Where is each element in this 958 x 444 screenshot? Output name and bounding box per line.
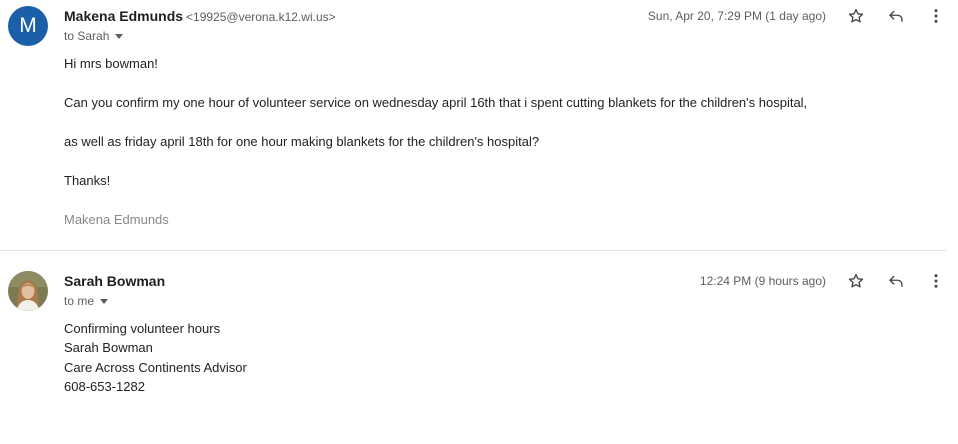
avatar[interactable]: M	[8, 6, 48, 46]
body-line: 608-653-1282	[64, 379, 145, 394]
avatar[interactable]	[8, 271, 48, 311]
more-vert-icon[interactable]	[922, 2, 950, 30]
sender-name[interactable]: Makena Edmunds	[64, 8, 183, 24]
star-icon[interactable]	[842, 267, 870, 295]
more-vert-icon[interactable]	[922, 267, 950, 295]
sender-line: Makena Edmunds <19925@verona.k12.wi.us>	[64, 8, 336, 26]
body-line: Hi mrs bowman!	[64, 56, 158, 71]
body-line: Can you confirm my one hour of volunteer…	[64, 95, 808, 110]
email-message: M Makena Edmunds <19925@verona.k12.wi.us>…	[0, 0, 958, 250]
reply-icon[interactable]	[882, 267, 910, 295]
star-icon[interactable]	[842, 2, 870, 30]
reply-icon[interactable]	[882, 2, 910, 30]
recipient-line[interactable]: to me	[64, 294, 109, 308]
recipient-line[interactable]: to Sarah	[64, 29, 124, 43]
chevron-down-icon[interactable]	[100, 298, 109, 304]
sender-name[interactable]: Sarah Bowman	[64, 273, 165, 289]
sender-email: <19925@verona.k12.wi.us>	[186, 10, 336, 24]
body-line: Sarah Bowman	[64, 340, 153, 355]
email-message: Sarah Bowman to me 12:24 PM (9 hours ago…	[0, 251, 958, 444]
signature: Makena Edmunds	[64, 212, 169, 227]
body-line: Care Across Continents Advisor	[64, 360, 247, 375]
message-date: Sun, Apr 20, 7:29 PM (1 day ago)	[647, 9, 826, 23]
body-line: as well as friday april 18th for one hou…	[64, 134, 540, 149]
body-line: Thanks!	[64, 173, 111, 188]
sender-line: Sarah Bowman	[64, 273, 165, 291]
chevron-down-icon[interactable]	[115, 33, 124, 39]
message-date: 12:24 PM (9 hours ago)	[699, 274, 826, 288]
recipient-label: to Sarah	[64, 29, 110, 43]
body-line: Confirming volunteer hours	[64, 321, 221, 336]
recipient-label: to me	[64, 294, 95, 308]
